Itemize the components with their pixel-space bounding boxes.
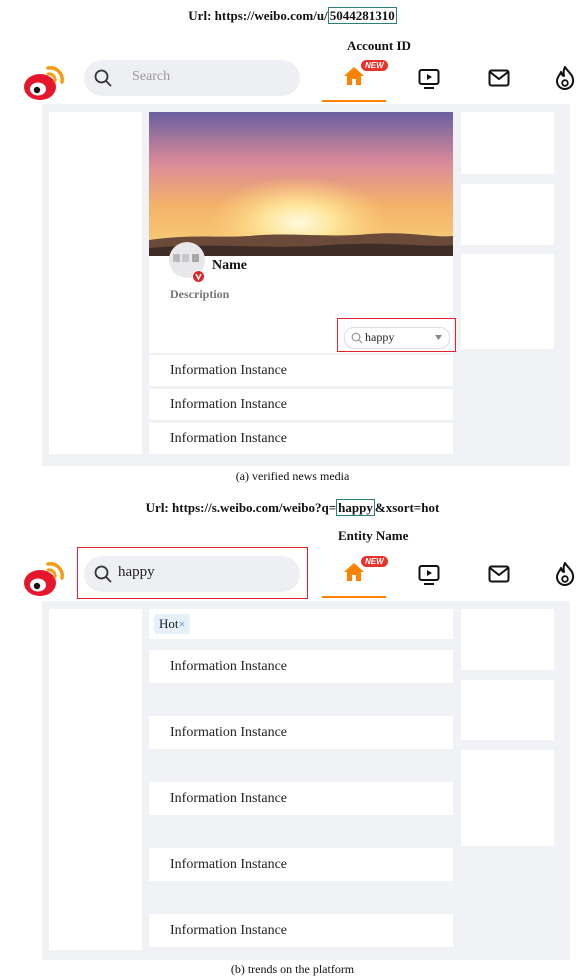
video-icon[interactable]	[418, 68, 440, 90]
right-widget-3	[461, 750, 554, 846]
hot-flame-icon[interactable]	[554, 561, 576, 587]
home-active-underline	[322, 100, 386, 102]
top-nav-bar: Search NEW	[0, 56, 585, 104]
video-icon[interactable]	[418, 564, 440, 586]
list-item-label: Information Instance	[170, 659, 288, 674]
left-sidebar	[49, 112, 142, 454]
avatar-placeholder	[173, 254, 180, 262]
dropdown-caret-icon[interactable]	[435, 335, 442, 340]
list-item-label: Information Instance	[170, 791, 288, 806]
list-item[interactable]: Information Instance	[149, 848, 453, 881]
right-widget-2	[461, 680, 554, 740]
profile-banner	[149, 112, 453, 256]
list-item-label: Information Instance	[170, 431, 288, 446]
avatar-placeholder	[192, 254, 199, 262]
caption-b: (b) trends on the platform	[230, 962, 355, 976]
list-item[interactable]: Information Instance	[149, 355, 453, 386]
profile-card: Name Description	[149, 112, 453, 353]
hot-tag-label: Hot	[159, 616, 179, 631]
new-badge: NEW	[361, 556, 388, 567]
new-badge: NEW	[361, 60, 388, 71]
hot-tag-close-icon[interactable]: ×	[179, 617, 186, 631]
hot-tag[interactable]: Hot×	[154, 614, 191, 634]
search-icon	[351, 332, 363, 344]
entity-name-highlight: happy	[336, 499, 375, 516]
list-item[interactable]: Information Instance	[149, 423, 453, 454]
search-icon	[94, 69, 112, 87]
search-highlight-box	[77, 547, 308, 599]
caption-a: (a) verified news media	[235, 469, 350, 483]
home-active-underline	[322, 596, 386, 598]
filter-tag-bar: Hot×	[149, 609, 453, 639]
search-bar[interactable]: Search	[84, 60, 300, 96]
account-id-highlight: 5044281310	[327, 7, 397, 24]
right-widget-1	[461, 112, 554, 174]
right-widget-2	[461, 184, 554, 245]
left-sidebar	[49, 609, 142, 950]
list-item-label: Information Instance	[170, 857, 288, 872]
list-item-label: Information Instance	[170, 363, 288, 378]
weibo-logo-icon[interactable]	[22, 558, 68, 598]
list-item[interactable]: Information Instance	[149, 782, 453, 815]
annotation-entity-name: Entity Name	[338, 528, 409, 543]
mail-icon[interactable]	[488, 565, 510, 583]
verified-v-icon	[192, 270, 205, 283]
right-widget-3	[461, 254, 554, 349]
url-line-entity: Url: https://s.weibo.com/weibo?q= happy &x…	[145, 499, 440, 516]
list-item-label: Information Instance	[170, 725, 288, 740]
hot-flame-icon[interactable]	[554, 65, 576, 91]
annotation-account-id: Account ID	[347, 38, 411, 53]
search-placeholder: Search	[132, 69, 171, 84]
list-item[interactable]: Information Instance	[149, 716, 453, 749]
mail-icon[interactable]	[488, 69, 510, 87]
profile-name: Name	[212, 258, 247, 273]
filter-dropdown[interactable]: happy	[344, 327, 450, 349]
weibo-logo-icon[interactable]	[22, 62, 68, 102]
filter-value: happy	[365, 330, 395, 344]
url-line-account: Url: https://weibo.com/u/5044281310	[188, 7, 397, 24]
profile-description: Description	[170, 287, 230, 301]
list-item-label: Information Instance	[170, 923, 288, 938]
avatar-placeholder	[182, 254, 189, 262]
list-item[interactable]: Information Instance	[149, 650, 453, 683]
list-item-label: Information Instance	[170, 397, 288, 412]
right-widget-1	[461, 609, 554, 670]
list-item[interactable]: Information Instance	[149, 914, 453, 947]
list-item[interactable]: Information Instance	[149, 389, 453, 420]
